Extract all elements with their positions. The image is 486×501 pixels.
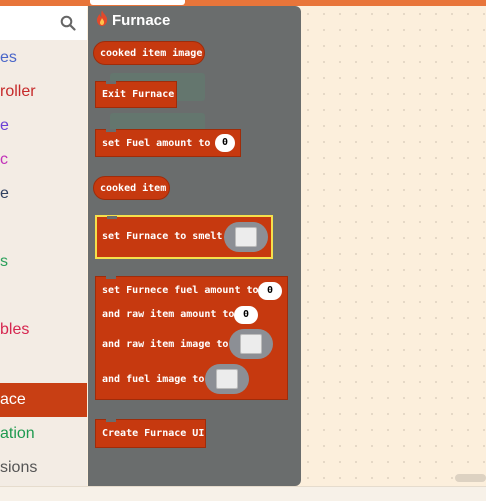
category-item[interactable]: es bbox=[0, 48, 17, 68]
category-item[interactable]: bles bbox=[0, 320, 29, 340]
flyout-header: Furnace bbox=[96, 10, 170, 30]
category-list: es roller e c e s bles ace ation sions bbox=[0, 40, 87, 486]
block-exit-furnace[interactable]: Exit Furnace bbox=[95, 81, 177, 108]
category-item[interactable]: s bbox=[0, 252, 8, 272]
block-label: and fuel image to bbox=[102, 374, 205, 385]
category-item-furnace-selected[interactable]: ace bbox=[0, 383, 87, 417]
search-icon[interactable] bbox=[60, 15, 76, 31]
flyout-title: Furnace bbox=[112, 11, 171, 29]
block-label: set Furnace to smelt bbox=[102, 231, 223, 242]
number-input[interactable]: 0 bbox=[234, 306, 258, 324]
block-label: set Fuel amount to bbox=[102, 138, 211, 149]
category-search[interactable] bbox=[0, 6, 87, 41]
category-item[interactable]: roller bbox=[0, 82, 36, 102]
active-tab[interactable] bbox=[90, 0, 185, 5]
image-placeholder bbox=[235, 227, 257, 247]
fire-icon bbox=[96, 10, 108, 32]
block-label: Exit Furnace bbox=[102, 89, 175, 100]
block-notch bbox=[106, 419, 116, 422]
image-placeholder bbox=[216, 369, 238, 389]
image-placeholder bbox=[240, 334, 262, 354]
block-notch bbox=[106, 276, 116, 279]
block-set-furnace-to-smelt[interactable]: set Furnace to smelt bbox=[95, 215, 273, 259]
category-item[interactable]: e bbox=[0, 184, 9, 204]
category-item[interactable]: ation bbox=[0, 424, 35, 444]
category-item[interactable]: c bbox=[0, 150, 8, 170]
block-label: Create Furnace UI bbox=[102, 428, 205, 439]
number-input[interactable]: 0 bbox=[258, 282, 282, 300]
image-input-slot[interactable] bbox=[224, 222, 268, 252]
block-set-fuel-amount[interactable]: set Fuel amount to 0 bbox=[95, 129, 241, 157]
block-label: cooked item bbox=[100, 183, 167, 194]
category-item[interactable]: e bbox=[0, 116, 9, 136]
category-panel: es roller e c e s bles ace ation sions bbox=[0, 6, 87, 486]
block-set-furnece-fuel[interactable]: set Furnece fuel amount to 0 and raw ite… bbox=[95, 276, 288, 400]
block-label: and raw item image to bbox=[102, 339, 229, 350]
image-input-slot[interactable] bbox=[229, 329, 273, 359]
blockly-workspace[interactable] bbox=[300, 6, 486, 486]
block-label: set Furnece fuel amount to bbox=[102, 285, 259, 296]
block-notch bbox=[106, 81, 116, 84]
block-cooked-item-image[interactable]: cooked item image bbox=[93, 41, 205, 65]
block-label: cooked item image bbox=[100, 48, 203, 59]
block-label: and raw item amount to bbox=[102, 309, 235, 320]
workspace-scrollbar[interactable] bbox=[455, 474, 486, 482]
number-input[interactable]: 0 bbox=[215, 134, 235, 152]
bottom-bar bbox=[0, 486, 486, 501]
block-notch bbox=[106, 129, 116, 132]
block-notch bbox=[107, 216, 117, 219]
image-input-slot[interactable] bbox=[205, 364, 249, 394]
block-create-furnace-ui[interactable]: Create Furnace UI bbox=[95, 419, 206, 448]
category-item[interactable]: sions bbox=[0, 458, 37, 478]
block-cooked-item[interactable]: cooked item bbox=[93, 176, 170, 200]
